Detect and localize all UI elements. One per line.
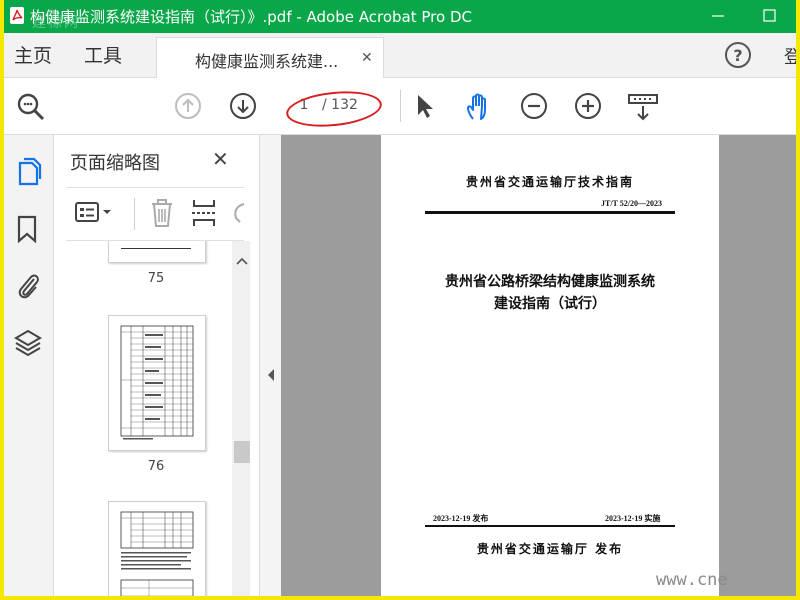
thumbnail-label: 75 — [147, 271, 165, 286]
thumbnail-scrollbar[interactable] — [232, 241, 250, 596]
thumbnail-page-77[interactable] — [108, 501, 206, 596]
select-cursor-icon[interactable] — [414, 92, 436, 124]
thumbnail-page-76[interactable] — [108, 315, 206, 451]
watermark-url: www.cne — [656, 570, 728, 590]
collapse-left-icon[interactable] — [266, 367, 276, 386]
window-title: 构健康监测系统建设指南（试行）》.pdf - Adobe Acrobat Pro… — [30, 8, 472, 26]
doc-title-line1: 贵州省公路桥梁结构健康监测系统 — [445, 274, 655, 290]
sign-in-link[interactable]: 登 — [784, 43, 796, 69]
attachment-icon[interactable] — [14, 269, 42, 305]
page-up-icon[interactable] — [174, 92, 202, 124]
doc-implement-date: 2023-12-19 实施 — [605, 514, 661, 523]
acrobat-app-icon — [10, 7, 24, 24]
document-tab-label: 构健康监测系统建... — [195, 52, 339, 71]
acrobat-window: 构健康监测系统建设指南（试行）》.pdf - Adobe Acrobat Pro… — [4, 0, 796, 596]
help-icon[interactable]: ? — [724, 41, 752, 73]
toolbar: 1 / 132 — [4, 78, 796, 135]
minimize-button[interactable] — [704, 4, 732, 28]
tab-home[interactable]: 主页 — [14, 41, 52, 68]
panel-collapse-handle[interactable] — [259, 135, 282, 596]
thumbnail-table-preview — [120, 325, 194, 440]
keyboard-scroll-icon[interactable] — [626, 92, 660, 126]
bookmark-icon[interactable] — [14, 213, 40, 249]
zoom-out-icon[interactable] — [520, 92, 548, 124]
layers-icon[interactable] — [14, 327, 42, 363]
zoom-in-icon[interactable] — [574, 92, 602, 124]
panel-tools-divider — [134, 198, 135, 230]
doc-publish-date: 2023-12-19 发布 — [433, 514, 489, 523]
tab-tools[interactable]: 工具 — [84, 41, 122, 68]
doc-issuer-heading: 贵州省交通运输厅技术指南 — [465, 175, 634, 189]
maximize-button[interactable] — [756, 4, 784, 28]
doc-standard-number: JT/T 52/20—2023 — [601, 199, 662, 208]
thumbnail-page-75[interactable] — [108, 241, 206, 263]
doc-header-rule — [425, 211, 675, 214]
thumbnail-label: 76 — [147, 459, 165, 474]
rotate-page-icon[interactable] — [232, 200, 246, 230]
delete-page-icon[interactable] — [148, 198, 176, 232]
tab-document[interactable]: 构健康监测系统建... ✕ — [156, 37, 384, 78]
document-page: 贵州省交通运输厅技术指南 JT/T 52/20—2023 贵州省公路桥梁结构健康… — [381, 135, 719, 596]
thumbnail-table-preview — [120, 511, 194, 596]
toolbar-divider — [400, 90, 401, 122]
panel-title: 页面缩略图 — [70, 153, 160, 174]
scrollbar-thumb[interactable] — [234, 441, 250, 463]
insert-page-icon[interactable] — [190, 198, 218, 232]
scroll-up-icon[interactable] — [236, 251, 248, 270]
thumbnail-options-icon[interactable] — [74, 200, 114, 230]
svg-text:?: ? — [733, 46, 742, 65]
left-navigation-rail — [4, 135, 54, 596]
close-tab-icon[interactable]: ✕ — [361, 50, 373, 66]
page-thumbnails-panel: 页面缩略图 ✕ 75 76 — [54, 135, 258, 596]
watermark-logo: 建標网 — [32, 15, 80, 31]
title-bar: 构健康监测系统建设指南（试行）》.pdf - Adobe Acrobat Pro… — [4, 0, 796, 33]
page-down-icon[interactable] — [229, 92, 257, 124]
doc-title-line2: 建设指南（试行） — [494, 296, 606, 312]
hand-tool-icon[interactable] — [464, 92, 494, 126]
thumbnail-list: 75 76 — [54, 241, 258, 596]
page-thumbnails-icon[interactable] — [14, 155, 42, 191]
doc-footer-rule — [425, 525, 675, 527]
doc-issuer-footer: 贵州省交通运输厅 发布 — [476, 542, 624, 556]
doc-title: 贵州省公路桥梁结构健康监测系统 建设指南（试行） — [381, 271, 719, 315]
close-panel-icon[interactable]: ✕ — [212, 147, 229, 171]
search-zoom-icon[interactable] — [16, 92, 46, 126]
panel-toolbar — [66, 187, 246, 241]
document-view[interactable]: 贵州省交通运输厅技术指南 JT/T 52/20—2023 贵州省公路桥梁结构健康… — [281, 135, 796, 596]
menu-tab-bar: 主页 工具 构健康监测系统建... ✕ ? 登 — [4, 33, 796, 78]
